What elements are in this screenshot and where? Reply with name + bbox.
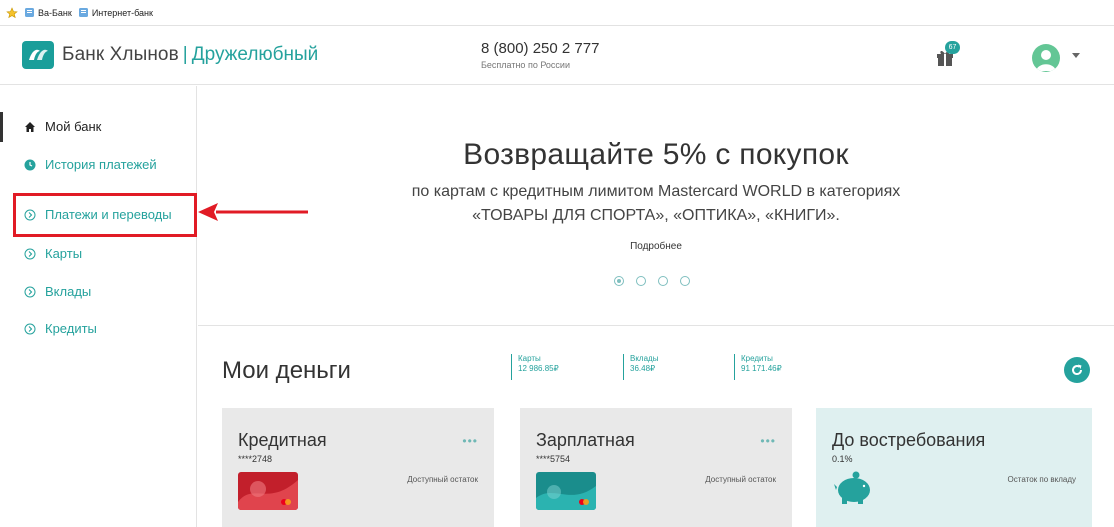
sidebar-item-label: Вклады <box>45 284 92 299</box>
home-icon <box>25 121 35 132</box>
product-card-credit[interactable]: Кредитная ****2748 ••• Доступный остаток <box>222 408 494 527</box>
carousel-dots <box>614 276 690 286</box>
sidebar-item-label: Кредиты <box>45 321 97 336</box>
app-header: Банк Хлынов | Дружелюбный 8 (800) 250 2 … <box>0 27 1114 85</box>
clock-icon <box>24 159 36 170</box>
carousel-dot-3[interactable] <box>658 276 668 286</box>
product-card-salary[interactable]: Зарплатная ****5754 ••• Доступный остато… <box>520 408 792 527</box>
contact-phone: 8 (800) 250 2 777 Бесплатно по России <box>481 40 599 70</box>
favorite-label: Ва-Банк <box>38 7 72 18</box>
favorites-bar: Ва-Банк Интернет-банк <box>0 0 1114 26</box>
bank-logo-icon <box>22 41 54 69</box>
summary-label: Вклады <box>630 354 659 363</box>
chevron-down-icon[interactable] <box>1072 53 1080 59</box>
summary-value: 12 986.85₽ <box>518 364 559 373</box>
sidebar-item-label: Карты <box>45 246 83 261</box>
card-number: ****2748 <box>238 454 273 464</box>
product-card-deposit[interactable]: До востребования 0.1% Остаток по вкладу <box>816 408 1092 527</box>
favorite-link-internet-bank[interactable]: Интернет-банк <box>78 7 153 18</box>
sidebar-item-deposits[interactable]: Вклады <box>24 284 91 299</box>
sidebar-item-cards[interactable]: Карты <box>24 246 82 261</box>
user-icon <box>1036 50 1056 71</box>
highlight-box <box>13 193 197 237</box>
chevron-circle-icon <box>24 286 36 297</box>
phone-number: 8 (800) 250 2 777 <box>481 40 600 57</box>
card-balance-label: Доступный остаток <box>407 475 478 484</box>
user-avatar[interactable] <box>1032 44 1060 72</box>
favorite-link-vabank[interactable]: Ва-Банк <box>24 7 72 18</box>
favorites-star-icon[interactable] <box>6 6 18 19</box>
sidebar-item-history[interactable]: История платежей <box>24 157 157 172</box>
page-icon <box>78 8 88 17</box>
summary-value: 36.48₽ <box>630 364 656 373</box>
summary-label: Карты <box>518 354 541 363</box>
card-title: Кредитная <box>238 430 327 450</box>
credit-card-image <box>238 472 298 510</box>
phone-note: Бесплатно по России <box>481 60 570 70</box>
bank-name: Банк Хлынов <box>62 44 179 65</box>
card-title: Зарплатная <box>536 430 635 450</box>
card-title: До востребования <box>832 430 986 450</box>
chevron-circle-icon <box>24 323 36 334</box>
summary-label: Кредиты <box>741 354 773 363</box>
debit-card-image <box>536 472 596 510</box>
carousel-dot-1[interactable] <box>614 276 624 286</box>
sidebar-item-credits[interactable]: Кредиты <box>24 321 97 336</box>
sidebar-item-label: Мой банк <box>45 119 102 134</box>
notification-badge: 67 <box>945 41 960 54</box>
banner-text-line-2: «ТОВАРЫ ДЛЯ СПОРТА», «ОПТИКА», «КНИГИ». <box>472 207 840 224</box>
bank-logo[interactable]: Банк Хлынов | Дружелюбный <box>22 41 318 69</box>
active-item-marker <box>0 112 3 142</box>
deposit-rate: 0.1% <box>832 454 853 464</box>
piggy-bank-icon <box>832 470 874 509</box>
summary-deposits[interactable]: Вклады 36.48₽ <box>623 354 658 380</box>
sidebar: Мой банк История платежей Платежи и пере… <box>0 86 197 527</box>
card-menu-icon[interactable]: ••• <box>760 434 776 448</box>
sidebar-item-label: История платежей <box>45 157 157 172</box>
sidebar-item-my-bank[interactable]: Мой банк <box>24 119 101 134</box>
card-number: ****5754 <box>536 454 571 464</box>
banner-more-link[interactable]: Подробнее <box>198 241 1114 252</box>
logo-separator: | <box>182 44 188 65</box>
refresh-button[interactable] <box>1064 357 1090 383</box>
summary-value: 91 171.46₽ <box>741 364 782 373</box>
bank-tagline: Дружелюбный <box>191 44 319 65</box>
carousel-dot-2[interactable] <box>636 276 646 286</box>
summary-cards[interactable]: Карты 12 986.85₽ <box>511 354 559 380</box>
page-icon <box>25 8 34 17</box>
refresh-icon <box>1072 364 1083 376</box>
favorite-label: Интернет-банк <box>91 7 153 18</box>
card-balance-label: Доступный остаток <box>705 475 776 484</box>
banner-text-line-1: по картам с кредитным лимитом Mastercard… <box>411 183 901 200</box>
card-menu-icon[interactable]: ••• <box>462 434 478 448</box>
banner-title: Возвращайте 5% с покупок <box>463 138 849 171</box>
section-title-my-money: Мои деньги <box>222 357 351 384</box>
card-balance-label: Остаток по вкладу <box>1007 475 1076 484</box>
summary-credits[interactable]: Кредиты 91 171.46₽ <box>734 354 782 380</box>
chevron-circle-icon <box>24 248 36 259</box>
carousel-dot-4[interactable] <box>680 276 690 286</box>
promo-banner: Возвращайте 5% с покупок по картам с кре… <box>198 86 1114 326</box>
